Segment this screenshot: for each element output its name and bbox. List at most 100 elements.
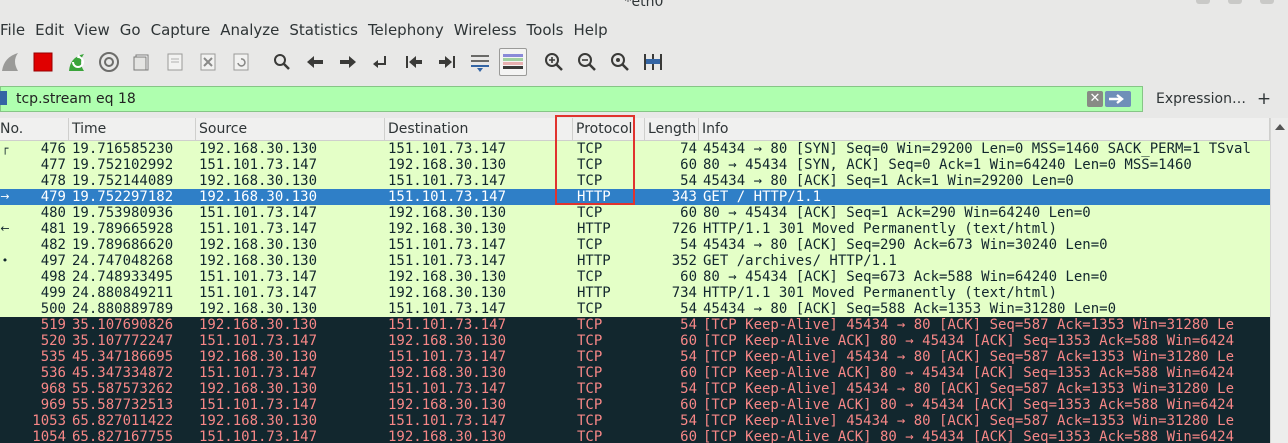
cell-info: [TCP Keep-Alive] 45434 → 80 [ACK] Seq=58… [703,317,1235,333]
cell-proto: TCP [577,397,603,413]
maximize-button[interactable] [1228,0,1242,4]
cell-dst: 151.101.73.147 [388,349,507,365]
packet-row[interactable]: 535 45.347186695 192.168.30.130 151.101.73.… [0,349,1270,365]
clear-filter-icon[interactable]: ✕ [1087,91,1103,107]
menu-bar: File Edit View Go Capture Analyze Statistics Te… [0,17,1288,43]
column-header-source[interactable]: Source [196,118,385,140]
menu-file[interactable]: File [0,21,30,39]
menu-help[interactable]: Help [568,21,612,39]
menu-statistics[interactable]: Statistics [284,21,363,39]
normal-size-icon[interactable] [606,48,634,76]
packet-row[interactable]: • 497 24.747048268 192.168.30.130 151.101.73… [0,253,1270,269]
packet-row[interactable]: 519 35.107690826 192.168.30.130 151.101.73.… [0,317,1270,333]
cell-len: 60 [680,205,697,221]
save-file-icon[interactable] [161,48,189,76]
cell-src: 151.101.73.147 [199,269,318,285]
packet-row[interactable]: 520 35.107772247 151.101.73.147 192.168.30.… [0,333,1270,349]
go-forward-icon[interactable] [334,48,362,76]
cell-info: [TCP Keep-Alive ACK] 80 → 45434 [ACK] Se… [703,397,1235,413]
menu-tools[interactable]: Tools [522,21,569,39]
menu-telephony[interactable]: Telephony [363,21,449,39]
menu-go[interactable]: Go [115,21,146,39]
cell-no: 497 [40,253,66,269]
packet-row[interactable]: 499 24.880849211 151.101.73.147 192.168.30.… [0,285,1270,301]
cell-src: 192.168.30.130 [199,173,318,189]
menu-capture[interactable]: Capture [146,21,216,39]
packet-row[interactable]: 500 24.880889789 192.168.30.130 151.101.73.… [0,301,1270,317]
packet-row[interactable]: 478 19.752144089 192.168.30.130 151.101.73.… [0,173,1270,189]
minimize-button[interactable] [1196,0,1210,4]
go-to-packet-icon[interactable] [367,48,395,76]
go-back-icon[interactable] [301,48,329,76]
vertical-scrollbar[interactable] [1270,118,1288,443]
column-header-no[interactable]: No. [0,118,69,140]
zoom-in-icon[interactable] [540,48,568,76]
cell-no: 482 [40,237,66,253]
scroll-up-icon[interactable] [1275,124,1285,130]
packet-row[interactable]: 1053 65.827011422 192.168.30.130 151.101.73… [0,413,1270,429]
go-first-icon[interactable] [400,48,428,76]
cell-no: 498 [40,269,66,285]
shark-fin-start-icon[interactable] [0,48,24,76]
resize-columns-icon[interactable] [639,48,667,76]
cell-no: 1054 [32,429,66,443]
stop-capture-icon[interactable] [29,48,57,76]
column-header-info[interactable]: Info [699,118,1270,140]
menu-wireless[interactable]: Wireless [449,21,522,39]
column-header-time[interactable]: Time [69,118,196,140]
autoscroll-icon[interactable] [466,48,494,76]
add-filter-button[interactable]: + [1252,86,1276,112]
cell-proto: TCP [577,381,603,397]
cell-len: 60 [680,157,697,173]
packet-row[interactable]: 969 55.587732513 151.101.73.147 192.168.30.… [0,397,1270,413]
packet-row[interactable]: 536 45.347334872 151.101.73.147 192.168.30.… [0,365,1270,381]
colorize-icon[interactable] [499,48,527,76]
packet-list-header: No. Time Source Destination Protocol Len… [0,118,1288,141]
cell-dst: 151.101.73.147 [388,189,507,205]
packet-row[interactable]: 480 19.753980936 151.101.73.147 192.168.30.… [0,205,1270,221]
cell-proto: TCP [577,237,603,253]
apply-filter-icon[interactable] [1105,91,1131,107]
menu-edit[interactable]: Edit [30,21,69,39]
cell-proto: TCP [577,413,603,429]
packet-row[interactable]: 482 19.789686620 192.168.30.130 151.101.73.… [0,237,1270,253]
packet-list: No. Time Source Destination Protocol Len… [0,118,1288,443]
open-file-icon[interactable] [128,48,156,76]
close-window-button[interactable] [1260,0,1274,4]
packet-row[interactable]: 498 24.748933495 151.101.73.147 192.168.30.… [0,269,1270,285]
expression-button[interactable]: Expression… [1150,86,1252,112]
zoom-out-icon[interactable] [573,48,601,76]
cell-proto: TCP [577,141,603,157]
display-filter-input[interactable]: tcp.stream eq 18 [0,86,1143,112]
cell-dst: 151.101.73.147 [388,413,507,429]
cell-src: 151.101.73.147 [199,205,318,221]
cell-info: HTTP/1.1 301 Moved Permanently (text/htm… [703,285,1058,301]
restart-capture-icon[interactable] [62,48,90,76]
packet-row[interactable]: → 479 19.752297182 192.168.30.130 151.101.73… [0,189,1270,205]
cell-src: 151.101.73.147 [199,429,318,443]
column-header-protocol[interactable]: Protocol [573,118,645,140]
packet-row[interactable]: 477 19.752102992 151.101.73.147 192.168.30.… [0,157,1270,173]
menu-analyze[interactable]: Analyze [215,21,284,39]
cell-time: 19.716585230 [72,141,174,157]
capture-options-icon[interactable] [95,48,123,76]
close-file-icon[interactable] [194,48,222,76]
packet-row[interactable]: 968 55.587573262 192.168.30.130 151.101.73.… [0,381,1270,397]
column-header-length[interactable]: Length [645,118,699,140]
filter-bookmark-icon[interactable] [0,91,7,105]
cell-no: 499 [40,285,66,301]
packet-row[interactable]: 1054 65.827167755 151.101.73.147 192.168.30… [0,429,1270,443]
window-title: *eth0 [624,0,664,10]
menu-view[interactable]: View [69,21,115,39]
go-last-icon[interactable] [433,48,461,76]
cell-time: 55.587573262 [72,381,174,397]
cell-proto: HTTP [577,221,611,237]
packet-row[interactable]: ← 481 19.789665928 151.101.73.147 192.168.30… [0,221,1270,237]
packet-row[interactable]: ┌ 476 19.716585230 192.168.30.130 151.101.73… [0,141,1270,157]
column-header-destination[interactable]: Destination [385,118,573,140]
cell-len: 54 [680,381,697,397]
reload-file-icon[interactable] [227,48,255,76]
cell-no: 476 [40,141,66,157]
find-packet-icon[interactable] [268,48,296,76]
cell-len: 74 [680,141,697,157]
